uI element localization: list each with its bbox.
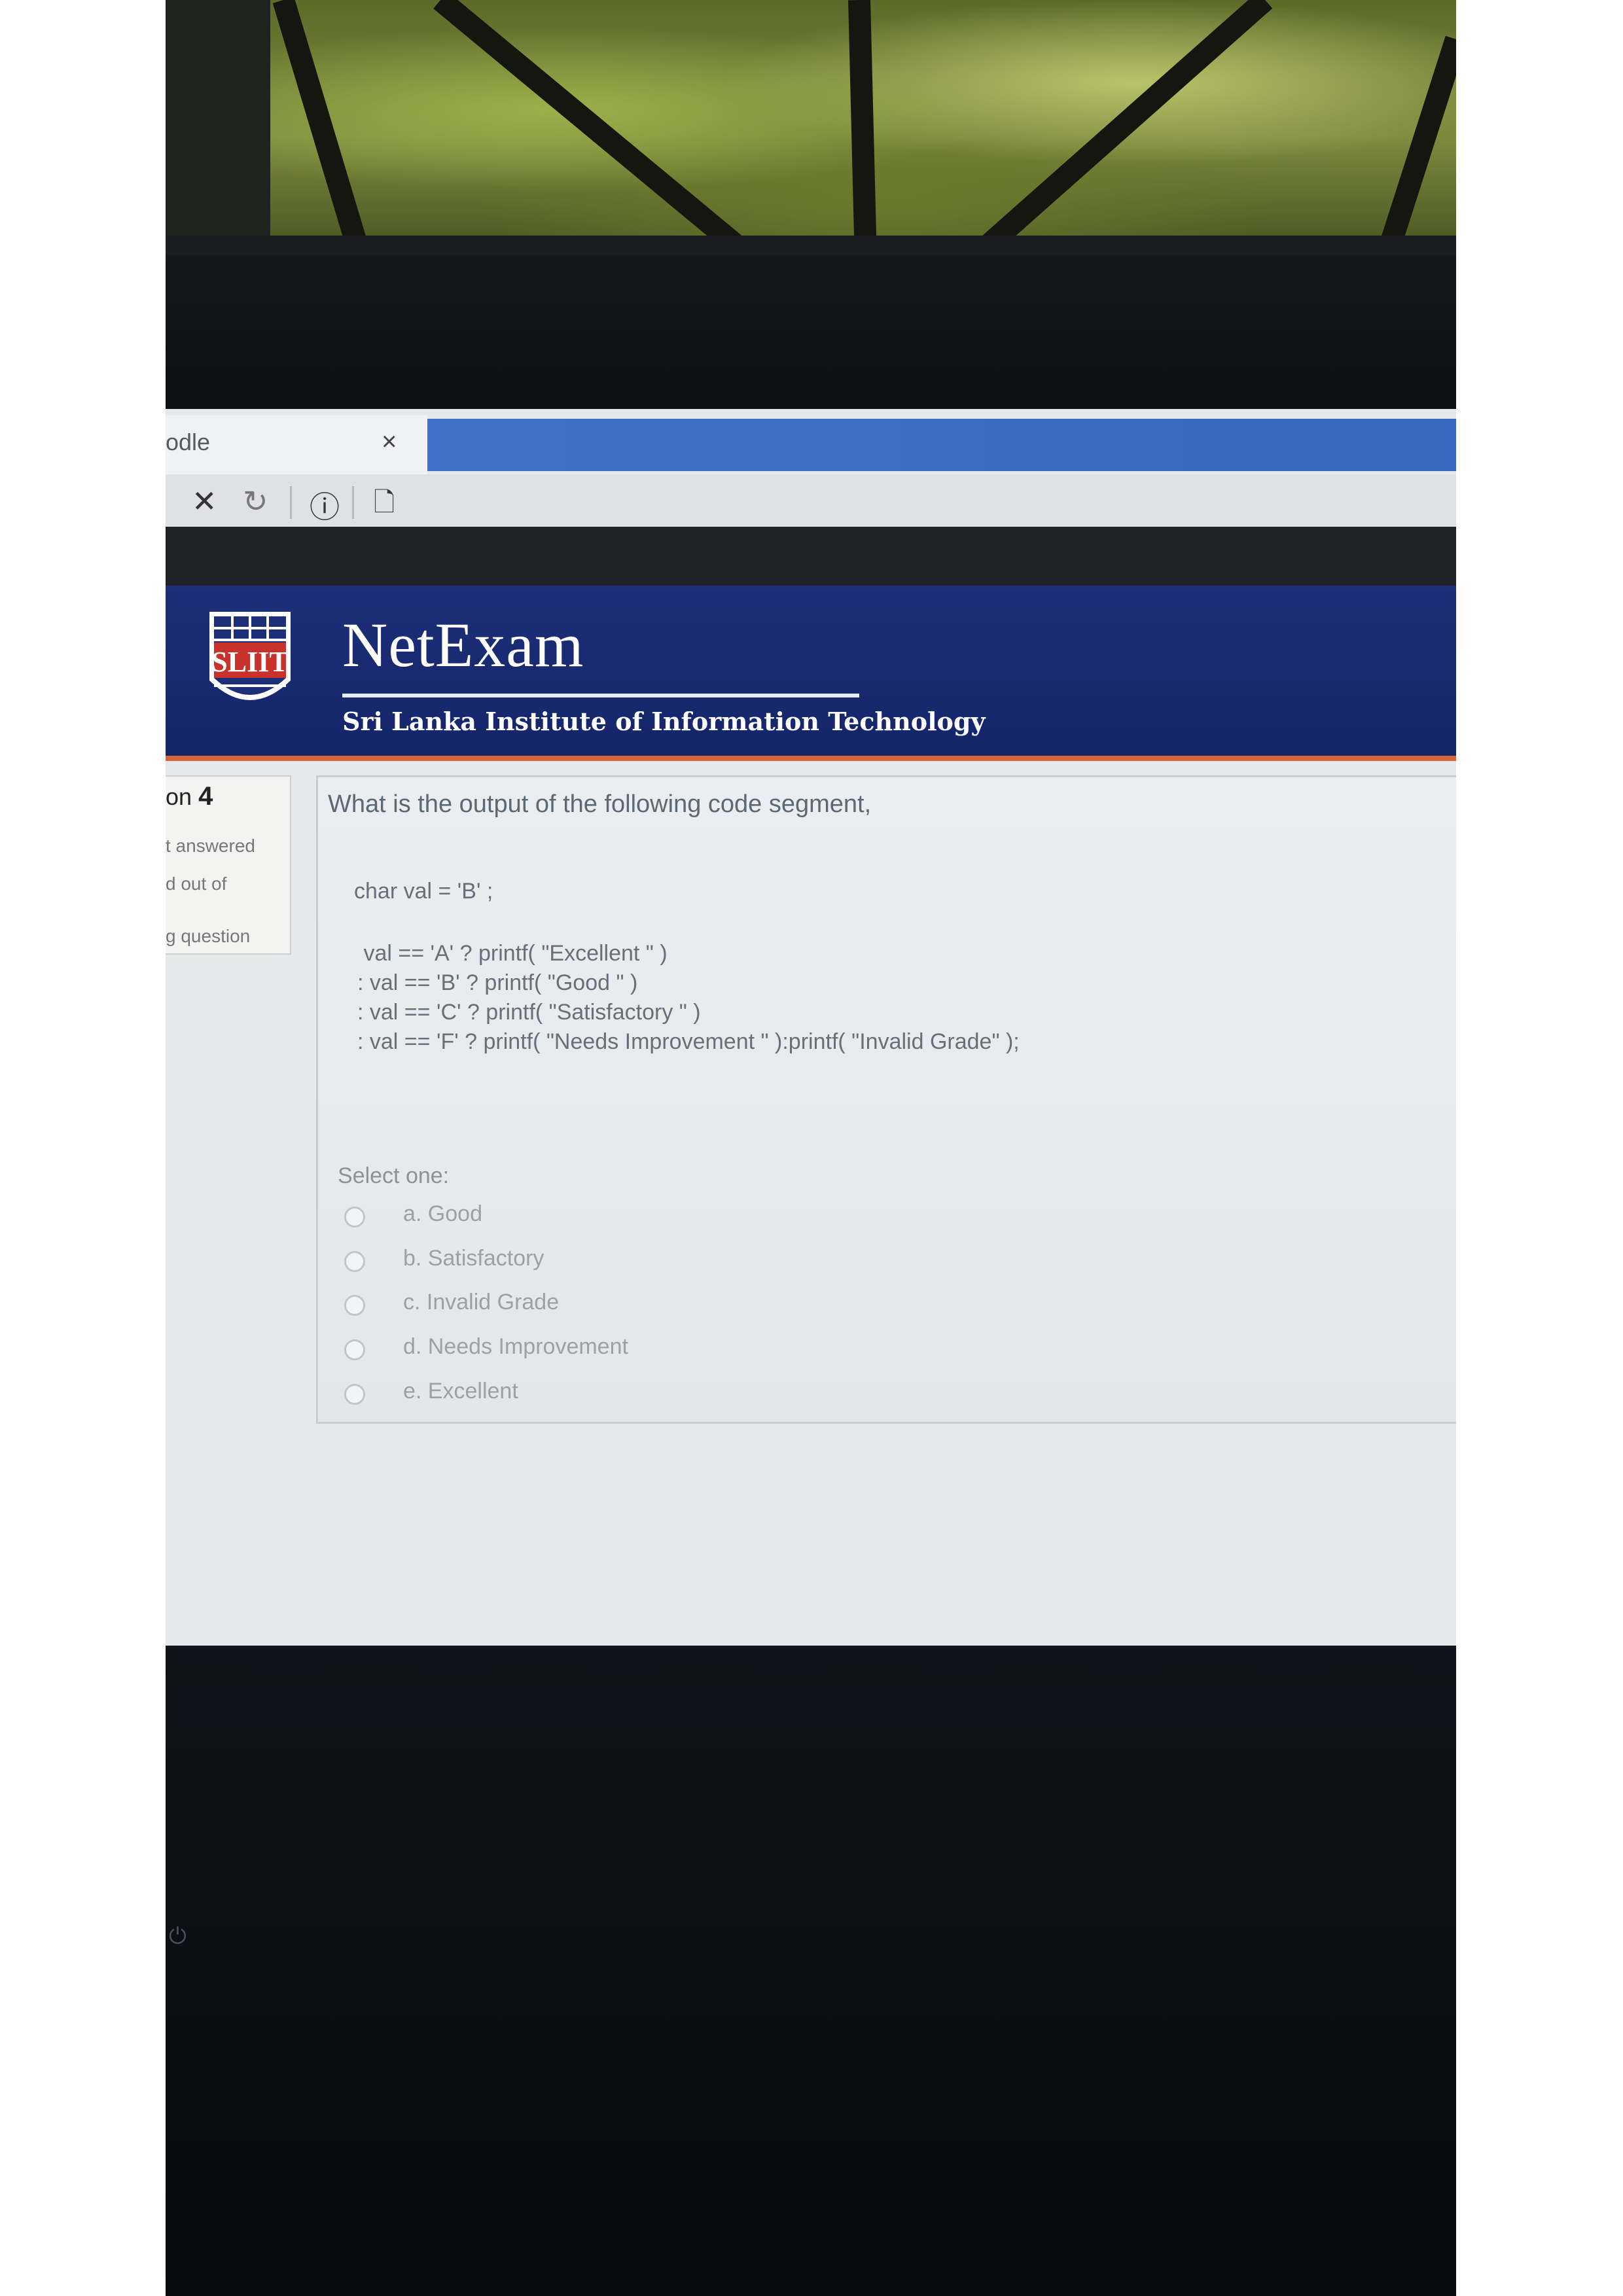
code-declaration: char val = 'B' ; [354,879,493,904]
stop-icon[interactable]: ✕ [192,484,217,519]
laptop-bezel-bottom: ⏻ [166,1646,1456,2296]
radio-button[interactable] [344,1339,365,1360]
question-text: What is the output of the following code… [328,790,872,818]
option-label: b. Satisfactory [403,1246,544,1271]
page-top-band [166,527,1456,586]
select-one-prompt: Select one: [338,1163,450,1188]
site-info-icon[interactable]: ⓘ [310,484,340,527]
answer-option-a[interactable]: a. Good [344,1201,802,1234]
code-line: : val == 'C' ? printf( "Satisfactory " ) [357,1000,701,1025]
brand-title: NetExam [342,610,584,680]
page-icon[interactable]: 🗋 [374,484,395,528]
power-icon: ⏻ [169,1924,187,1949]
radio-button[interactable] [344,1384,365,1405]
question-content: What is the output of the following code… [316,775,1456,1424]
code-line: val == 'A' ? printf( "Excellent " ) [357,941,668,966]
code-line: : val == 'B' ? printf( "Good " ) [357,970,638,995]
browser-toolbar: ✕ ↻ ⓘ 🗋 [166,474,1456,527]
answer-option-e[interactable]: e. Excellent [344,1379,802,1411]
toolbar-separator [352,486,354,519]
photo-frame: odle × ✕ ↻ ⓘ 🗋 SLIIT NetExam Sri Lanka I… [166,0,1456,2296]
option-label: c. Invalid Grade [403,1290,560,1315]
netexam-header: SLIIT NetExam Sri Lanka Institute of Inf… [166,586,1456,761]
browser-tab-strip [427,419,1456,471]
code-line: : val == 'F' ? printf( "Needs Improvemen… [357,1029,1020,1054]
question-status: t answered [166,836,255,856]
question-marks: d out of [166,874,227,894]
browser-tab-bar: odle × [166,409,1456,474]
answer-option-d[interactable]: d. Needs Improvement [344,1334,802,1367]
radio-button[interactable] [344,1295,365,1316]
option-label: d. Needs Improvement [403,1334,628,1359]
sliit-logo: SLIIT [209,612,291,700]
question-number-value: 4 [198,782,213,811]
toolbar-separator [290,486,292,519]
question-info-panel: on 4 t answered d out of g question [166,775,291,955]
brand-underline [342,694,859,698]
option-label: e. Excellent [403,1379,518,1404]
flag-question-link[interactable]: g question [166,926,250,947]
radio-button[interactable] [344,1251,365,1272]
answer-option-c[interactable]: c. Invalid Grade [344,1290,802,1322]
tab-close-icon[interactable]: × [382,427,397,457]
browser-tab[interactable]: odle × [166,415,427,474]
svg-text:SLIIT: SLIIT [211,646,288,678]
answer-option-b[interactable]: b. Satisfactory [344,1246,802,1279]
reload-icon[interactable]: ↻ [243,484,268,519]
option-label: a. Good [403,1201,482,1226]
laptop-bezel-top [166,255,1456,419]
question-number-prefix: on [166,783,192,810]
background-foliage [166,0,1456,275]
laptop-screen: odle × ✕ ↻ ⓘ 🗋 SLIIT NetExam Sri Lanka I… [166,409,1456,1646]
question-number: on 4 [166,782,213,811]
radio-button[interactable] [344,1207,365,1227]
window-grille [166,0,1456,275]
institute-name: Sri Lanka Institute of Information Techn… [342,707,986,736]
tab-title: odle [166,429,211,455]
